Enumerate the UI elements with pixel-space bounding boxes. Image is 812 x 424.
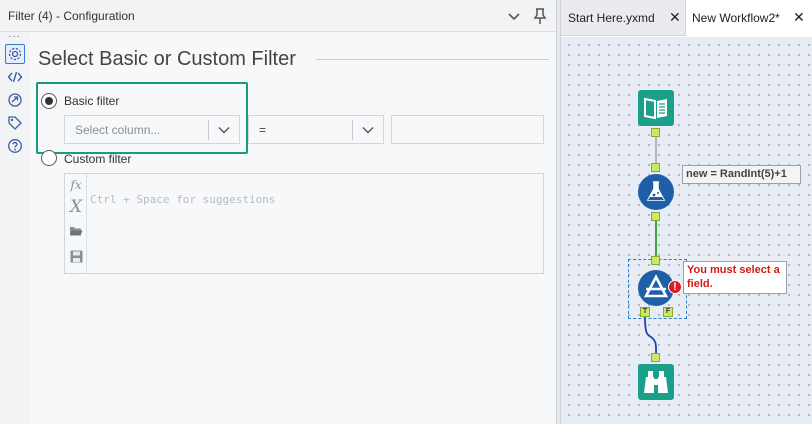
custom-filter-radio[interactable] (41, 150, 57, 166)
workflow-canvas[interactable]: new = RandInt(5)+1 ! T F You must select… (561, 37, 812, 424)
book-icon (638, 90, 674, 126)
input-anchor[interactable] (651, 163, 660, 172)
chevron-down-icon[interactable] (361, 123, 375, 137)
connections-icon[interactable] (5, 90, 25, 110)
title-divider (316, 59, 549, 60)
operator-value: = (259, 123, 267, 137)
input-anchor[interactable] (651, 256, 660, 265)
panel-header: Filter (4) - Configuration (0, 0, 556, 32)
binoculars-icon (638, 364, 674, 400)
select-column-dropdown[interactable]: Select column... (64, 115, 240, 144)
editor-toolbar: fx X (65, 174, 87, 273)
editor-placeholder: Ctrl + Space for suggestions (90, 193, 276, 206)
panel-title: Filter (4) - Configuration (8, 9, 135, 23)
input-anchor[interactable] (651, 353, 660, 362)
output-anchor[interactable] (651, 212, 660, 221)
formula-tool[interactable] (638, 174, 674, 210)
output-anchor[interactable] (651, 128, 660, 137)
filter-value-input[interactable] (391, 115, 544, 144)
pin-icon[interactable] (530, 6, 550, 26)
config-icon-rail: ··· (0, 32, 30, 424)
more-dots-icon[interactable]: ··· (8, 32, 21, 42)
chevron-down-icon[interactable] (504, 6, 524, 26)
fx-icon[interactable]: fx (67, 175, 85, 195)
variable-x-icon[interactable]: X (67, 197, 85, 217)
folder-open-icon[interactable] (67, 221, 85, 241)
dropdown-separator (352, 120, 353, 140)
error-annotation: You must select a field. (683, 261, 787, 294)
tab-start-here[interactable]: Start Here.yxmd ✕ (561, 0, 685, 36)
dropdown-separator (208, 120, 209, 140)
code-brackets-icon[interactable] (5, 67, 25, 87)
tab-label: New Workflow2* (692, 11, 780, 25)
browse-tool[interactable] (638, 364, 674, 400)
help-icon[interactable] (5, 136, 25, 156)
tag-icon[interactable] (5, 113, 25, 133)
config-content: Select Basic or Custom Filter Basic filt… (30, 32, 556, 424)
input-data-tool[interactable] (638, 90, 674, 126)
tab-new-workflow2[interactable]: New Workflow2* ✕ (685, 0, 812, 36)
formula-annotation: new = RandInt(5)+1 (682, 165, 801, 184)
configuration-panel: Filter (4) - Configuration ··· Select Ba… (0, 0, 556, 424)
section-title: Select Basic or Custom Filter (38, 48, 296, 70)
true-anchor[interactable]: T (640, 307, 650, 317)
basic-filter-radio[interactable] (41, 93, 57, 109)
workflow-area: Start Here.yxmd ✕ New Workflow2* ✕ new =… (561, 0, 812, 424)
false-anchor[interactable]: F (663, 307, 673, 317)
gear-icon[interactable] (5, 44, 25, 64)
tab-label: Start Here.yxmd (568, 11, 655, 25)
custom-filter-label: Custom filter (64, 152, 132, 166)
save-icon[interactable] (67, 246, 85, 266)
connection-filter-browse (644, 316, 657, 356)
flask-icon (638, 174, 674, 210)
connections-layer (644, 134, 657, 356)
select-column-placeholder: Select column... (75, 123, 161, 137)
close-icon[interactable]: ✕ (793, 9, 807, 25)
error-badge: ! (668, 280, 682, 294)
custom-expression-editor[interactable]: fx X Ctrl + Space for suggestions (64, 173, 544, 274)
close-icon[interactable]: ✕ (669, 9, 683, 25)
basic-filter-label: Basic filter (64, 94, 120, 108)
chevron-down-icon[interactable] (217, 123, 231, 137)
document-tabbar: Start Here.yxmd ✕ New Workflow2* ✕ (561, 0, 812, 36)
operator-dropdown[interactable]: = (248, 115, 384, 144)
